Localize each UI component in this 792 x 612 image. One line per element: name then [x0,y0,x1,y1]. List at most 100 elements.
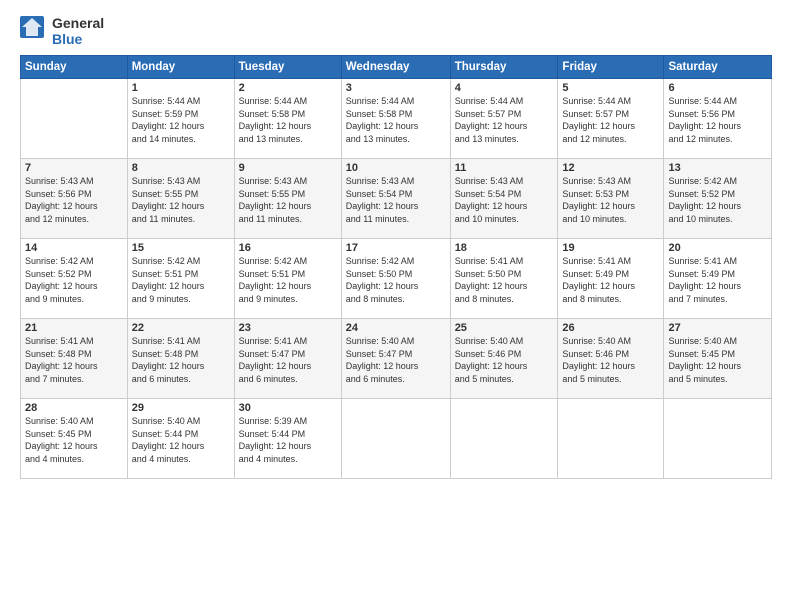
day-number: 24 [346,322,446,334]
day-number: 13 [668,162,767,174]
calendar-cell: 17Sunrise: 5:42 AM Sunset: 5:50 PM Dayli… [341,239,450,319]
calendar-week-row: 7Sunrise: 5:43 AM Sunset: 5:56 PM Daylig… [21,159,772,239]
calendar-week-row: 28Sunrise: 5:40 AM Sunset: 5:45 PM Dayli… [21,399,772,479]
day-info: Sunrise: 5:41 AM Sunset: 5:48 PM Dayligh… [132,335,230,385]
day-info: Sunrise: 5:42 AM Sunset: 5:52 PM Dayligh… [668,175,767,225]
calendar-cell: 19Sunrise: 5:41 AM Sunset: 5:49 PM Dayli… [558,239,664,319]
calendar-day-header: Tuesday [234,56,341,79]
calendar-cell: 29Sunrise: 5:40 AM Sunset: 5:44 PM Dayli… [127,399,234,479]
calendar-cell: 5Sunrise: 5:44 AM Sunset: 5:57 PM Daylig… [558,79,664,159]
logo-svg [20,16,44,46]
day-number: 17 [346,242,446,254]
day-info: Sunrise: 5:43 AM Sunset: 5:53 PM Dayligh… [562,175,659,225]
calendar-cell: 18Sunrise: 5:41 AM Sunset: 5:50 PM Dayli… [450,239,558,319]
calendar-cell: 16Sunrise: 5:42 AM Sunset: 5:51 PM Dayli… [234,239,341,319]
calendar-day-header: Saturday [664,56,772,79]
day-info: Sunrise: 5:40 AM Sunset: 5:44 PM Dayligh… [132,415,230,465]
day-number: 28 [25,402,123,414]
calendar-cell: 20Sunrise: 5:41 AM Sunset: 5:49 PM Dayli… [664,239,772,319]
calendar-cell: 12Sunrise: 5:43 AM Sunset: 5:53 PM Dayli… [558,159,664,239]
day-info: Sunrise: 5:44 AM Sunset: 5:56 PM Dayligh… [668,95,767,145]
calendar-cell [341,399,450,479]
calendar-week-row: 1Sunrise: 5:44 AM Sunset: 5:59 PM Daylig… [21,79,772,159]
logo: General Blue [20,15,104,47]
calendar-cell [558,399,664,479]
day-number: 20 [668,242,767,254]
day-info: Sunrise: 5:42 AM Sunset: 5:51 PM Dayligh… [239,255,337,305]
day-number: 7 [25,162,123,174]
day-info: Sunrise: 5:43 AM Sunset: 5:55 PM Dayligh… [239,175,337,225]
calendar-cell [450,399,558,479]
day-number: 27 [668,322,767,334]
day-number: 2 [239,82,337,94]
day-number: 25 [455,322,554,334]
day-number: 19 [562,242,659,254]
day-info: Sunrise: 5:40 AM Sunset: 5:45 PM Dayligh… [668,335,767,385]
day-info: Sunrise: 5:42 AM Sunset: 5:52 PM Dayligh… [25,255,123,305]
day-info: Sunrise: 5:41 AM Sunset: 5:49 PM Dayligh… [562,255,659,305]
day-number: 12 [562,162,659,174]
calendar-header-row: SundayMondayTuesdayWednesdayThursdayFrid… [21,56,772,79]
header: General Blue [20,15,772,47]
calendar-cell: 14Sunrise: 5:42 AM Sunset: 5:52 PM Dayli… [21,239,128,319]
day-info: Sunrise: 5:40 AM Sunset: 5:46 PM Dayligh… [455,335,554,385]
logo-general: General [52,15,104,31]
day-number: 26 [562,322,659,334]
day-info: Sunrise: 5:44 AM Sunset: 5:57 PM Dayligh… [562,95,659,145]
calendar-day-header: Friday [558,56,664,79]
calendar-day-header: Wednesday [341,56,450,79]
day-number: 10 [346,162,446,174]
day-number: 15 [132,242,230,254]
day-info: Sunrise: 5:41 AM Sunset: 5:50 PM Dayligh… [455,255,554,305]
calendar-day-header: Sunday [21,56,128,79]
calendar-cell: 2Sunrise: 5:44 AM Sunset: 5:58 PM Daylig… [234,79,341,159]
day-number: 21 [25,322,123,334]
calendar-cell: 3Sunrise: 5:44 AM Sunset: 5:58 PM Daylig… [341,79,450,159]
calendar-cell: 7Sunrise: 5:43 AM Sunset: 5:56 PM Daylig… [21,159,128,239]
day-info: Sunrise: 5:43 AM Sunset: 5:56 PM Dayligh… [25,175,123,225]
day-info: Sunrise: 5:42 AM Sunset: 5:51 PM Dayligh… [132,255,230,305]
calendar-cell: 13Sunrise: 5:42 AM Sunset: 5:52 PM Dayli… [664,159,772,239]
calendar-cell [21,79,128,159]
calendar-cell: 4Sunrise: 5:44 AM Sunset: 5:57 PM Daylig… [450,79,558,159]
day-number: 3 [346,82,446,94]
day-number: 8 [132,162,230,174]
calendar-cell: 21Sunrise: 5:41 AM Sunset: 5:48 PM Dayli… [21,319,128,399]
day-info: Sunrise: 5:41 AM Sunset: 5:47 PM Dayligh… [239,335,337,385]
day-number: 14 [25,242,123,254]
calendar-cell: 24Sunrise: 5:40 AM Sunset: 5:47 PM Dayli… [341,319,450,399]
day-number: 30 [239,402,337,414]
calendar-cell: 15Sunrise: 5:42 AM Sunset: 5:51 PM Dayli… [127,239,234,319]
day-number: 4 [455,82,554,94]
page: General Blue SundayMondayTuesdayWednesda… [0,0,792,612]
day-info: Sunrise: 5:43 AM Sunset: 5:54 PM Dayligh… [455,175,554,225]
day-info: Sunrise: 5:44 AM Sunset: 5:57 PM Dayligh… [455,95,554,145]
day-info: Sunrise: 5:41 AM Sunset: 5:48 PM Dayligh… [25,335,123,385]
day-info: Sunrise: 5:44 AM Sunset: 5:59 PM Dayligh… [132,95,230,145]
calendar-week-row: 21Sunrise: 5:41 AM Sunset: 5:48 PM Dayli… [21,319,772,399]
day-number: 5 [562,82,659,94]
calendar-cell: 26Sunrise: 5:40 AM Sunset: 5:46 PM Dayli… [558,319,664,399]
calendar-cell: 9Sunrise: 5:43 AM Sunset: 5:55 PM Daylig… [234,159,341,239]
day-info: Sunrise: 5:41 AM Sunset: 5:49 PM Dayligh… [668,255,767,305]
calendar-cell: 25Sunrise: 5:40 AM Sunset: 5:46 PM Dayli… [450,319,558,399]
calendar-cell: 1Sunrise: 5:44 AM Sunset: 5:59 PM Daylig… [127,79,234,159]
day-info: Sunrise: 5:40 AM Sunset: 5:46 PM Dayligh… [562,335,659,385]
calendar-cell: 22Sunrise: 5:41 AM Sunset: 5:48 PM Dayli… [127,319,234,399]
day-number: 1 [132,82,230,94]
calendar-table: SundayMondayTuesdayWednesdayThursdayFrid… [20,55,772,479]
day-number: 11 [455,162,554,174]
calendar-cell [664,399,772,479]
day-info: Sunrise: 5:39 AM Sunset: 5:44 PM Dayligh… [239,415,337,465]
day-number: 16 [239,242,337,254]
calendar-cell: 10Sunrise: 5:43 AM Sunset: 5:54 PM Dayli… [341,159,450,239]
day-info: Sunrise: 5:44 AM Sunset: 5:58 PM Dayligh… [346,95,446,145]
calendar-cell: 11Sunrise: 5:43 AM Sunset: 5:54 PM Dayli… [450,159,558,239]
calendar-cell: 30Sunrise: 5:39 AM Sunset: 5:44 PM Dayli… [234,399,341,479]
calendar-day-header: Thursday [450,56,558,79]
day-number: 29 [132,402,230,414]
day-number: 6 [668,82,767,94]
calendar-cell: 6Sunrise: 5:44 AM Sunset: 5:56 PM Daylig… [664,79,772,159]
calendar-day-header: Monday [127,56,234,79]
day-info: Sunrise: 5:40 AM Sunset: 5:47 PM Dayligh… [346,335,446,385]
